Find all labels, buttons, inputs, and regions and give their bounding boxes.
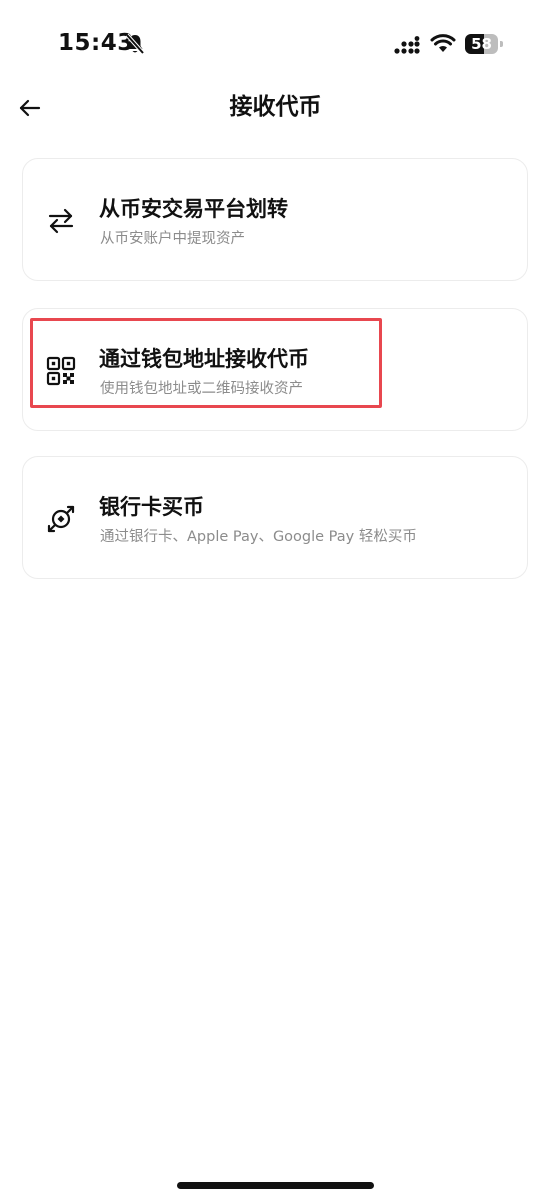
signal-icon [394, 36, 420, 54]
home-indicator[interactable] [177, 1182, 374, 1189]
option-title: 银行卡买币 [99, 495, 204, 519]
bell-slash-icon [125, 33, 145, 55]
battery-icon: 58 [465, 34, 505, 54]
transfer-arrows-icon [48, 208, 74, 234]
option-subtitle: 从币安账户中提现资产 [100, 231, 245, 247]
status-bar: 15:43 58 [0, 0, 551, 90]
status-time: 15:43 [58, 30, 134, 56]
option-subtitle: 通过银行卡、Apple Pay、Google Pay 轻松买币 [100, 529, 417, 545]
option-title: 通过钱包地址接收代币 [99, 347, 309, 371]
navigation-bar: 接收代币 [0, 80, 551, 136]
option-receive-via-wallet-address[interactable]: 通过钱包地址接收代币 使用钱包地址或二维码接收资产 [22, 308, 528, 431]
option-subtitle: 使用钱包地址或二维码接收资产 [100, 381, 303, 397]
qr-code-icon [46, 356, 76, 386]
wifi-icon [430, 34, 456, 52]
battery-level: 58 [471, 35, 492, 53]
option-buy-with-bank-card[interactable]: 银行卡买币 通过银行卡、Apple Pay、Google Pay 轻松买币 [22, 456, 528, 579]
page-title: 接收代币 [229, 94, 322, 120]
option-transfer-from-exchange[interactable]: 从币安交易平台划转 从币安账户中提现资产 [22, 158, 528, 281]
option-title: 从币安交易平台划转 [99, 197, 288, 221]
buy-crypto-icon [47, 505, 75, 533]
